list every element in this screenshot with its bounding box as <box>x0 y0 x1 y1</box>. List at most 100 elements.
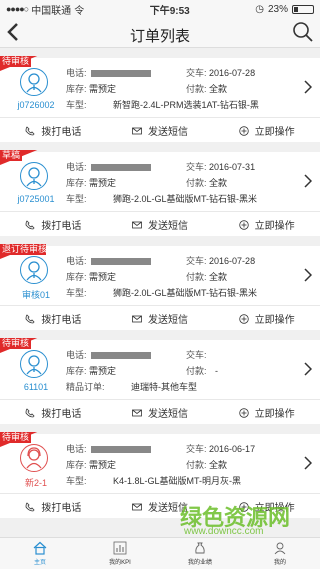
payment-field: 付款: - <box>186 364 218 377</box>
operate-button[interactable]: 立即操作 <box>213 307 320 330</box>
payment-value: 全款 <box>209 460 228 470</box>
order-actions: 拨打电话 发送短信 立即操作 <box>0 307 320 330</box>
delivery-date: 2016-07-28 <box>209 68 256 78</box>
search-icon <box>293 22 313 42</box>
model-label: 车型: <box>66 476 87 486</box>
order-details[interactable]: 待审核 61101 电话: 交车: 库存: 需预定 付款: - 精品订单: 迪瑞… <box>0 338 320 400</box>
carrier-name: 中国联通 <box>31 5 72 17</box>
delivery-date: 2016-07-31 <box>209 162 256 172</box>
phone-field: 电话: <box>66 66 151 79</box>
mail-icon <box>132 409 142 416</box>
mail-icon <box>132 221 142 228</box>
operate-label: 立即操作 <box>254 315 295 326</box>
page-title: 订单列表 <box>129 28 190 45</box>
order-details[interactable]: 待审核 j0726002 电话: 交车: 2016-07-28 库存: 需预定 … <box>0 56 320 118</box>
stock-label: 库存: <box>66 460 87 470</box>
operate-button[interactable]: 立即操作 <box>213 213 320 236</box>
chevron-right-icon <box>304 80 313 97</box>
stock-field: 库存: 需预定 <box>66 270 116 283</box>
operate-button[interactable]: 立即操作 <box>213 401 320 424</box>
boutique-value: 迪瑞特-其他车型 <box>131 382 198 392</box>
status-time: 下午9:53 <box>149 5 190 17</box>
plus-circle-icon <box>238 125 249 136</box>
model-field: 车型: 新智跑-2.4L-PRM选装1AT-钻石银-黑 <box>66 98 259 111</box>
call-button[interactable]: 拨打电话 <box>0 495 107 518</box>
payment-value: 全款 <box>209 84 228 94</box>
stock-label: 库存: <box>66 272 87 282</box>
user-id: j0726002 <box>17 100 55 110</box>
delivery-label: 交车: <box>186 162 207 172</box>
stock-label: 库存: <box>66 178 87 188</box>
stock-value: 需预定 <box>89 84 117 94</box>
model-label: 车型: <box>66 194 87 204</box>
tab-home-label: 主页 <box>33 560 46 566</box>
call-label: 拨打电话 <box>41 409 82 420</box>
sms-label: 发送短信 <box>148 127 188 138</box>
plus-circle-icon <box>238 407 249 418</box>
delivery-field: 交车: <box>186 348 207 361</box>
tab-kpi-label: 我的KPI <box>109 560 131 566</box>
order-details[interactable]: 退订待审核 审核01 电话: 交车: 2016-07-28 库存: 需预定 付款… <box>0 244 320 306</box>
status-badge: 退订待审核 <box>0 244 46 255</box>
operate-label: 立即操作 <box>254 409 295 420</box>
model-value: K4-1.8L-GL基础版MT-明月灰-黑 <box>113 476 242 486</box>
call-button[interactable]: 拨打电话 <box>0 307 107 330</box>
payment-field: 付款: 全款 <box>186 82 227 95</box>
call-label: 拨打电话 <box>41 127 82 138</box>
order-list: 待审核 j0726002 电话: 交车: 2016-07-28 库存: 需预定 … <box>0 56 320 528</box>
mail-icon <box>132 503 142 510</box>
tab-kpi[interactable]: 我的KPI <box>80 538 160 569</box>
model-field: 车型: 狮跑-2.0L-GL基础版MT-钻石银-黑米 <box>66 286 257 299</box>
phone-field: 电话: <box>66 254 151 267</box>
tab-performance-label: 我的业绩 <box>187 560 212 566</box>
sms-button[interactable]: 发送短信 <box>107 401 214 424</box>
call-label: 拨打电话 <box>41 315 82 326</box>
chevron-right-icon <box>304 174 313 191</box>
order-details[interactable]: 草稿 j0725001 电话: 交车: 2016-07-31 库存: 需预定 付… <box>0 150 320 212</box>
delivery-label: 交车: <box>186 68 207 78</box>
money-bag-icon <box>195 542 205 554</box>
payment-value: - <box>215 366 219 376</box>
model-field: 车型: K4-1.8L-GL基础版MT-明月灰-黑 <box>66 474 241 487</box>
chevron-right-icon <box>304 362 313 379</box>
watermark-url: www.downcc.com <box>184 526 264 537</box>
tab-me[interactable]: 我的 <box>240 538 320 569</box>
phone-redacted <box>90 70 151 78</box>
order-card: 草稿 j0725001 电话: 交车: 2016-07-31 库存: 需预定 付… <box>0 150 320 236</box>
operate-button[interactable]: 立即操作 <box>213 119 320 142</box>
order-details[interactable]: 待审核 新2-1 电话: 交车: 2016-06-17 库存: 需预定 付款: … <box>0 432 320 494</box>
tab-home[interactable]: 主页 <box>0 538 80 569</box>
delivery-label: 交车: <box>186 350 207 360</box>
sms-label: 发送短信 <box>148 221 188 232</box>
call-button[interactable]: 拨打电话 <box>0 119 107 142</box>
sms-button[interactable]: 发送短信 <box>107 213 214 236</box>
sales-person-icon <box>26 355 42 375</box>
tab-performance[interactable]: 我的业绩 <box>160 538 240 569</box>
wifi-icon: 令 <box>74 5 85 17</box>
tab-bar: 主页 我的KPI 我的业绩 我的 <box>0 537 320 569</box>
status-badge: 待审核 <box>0 338 32 349</box>
call-button[interactable]: 拨打电话 <box>0 213 107 236</box>
phone-icon <box>25 501 35 511</box>
call-label: 拨打电话 <box>41 503 82 514</box>
plus-circle-icon <box>238 313 249 324</box>
sms-button[interactable]: 发送短信 <box>107 119 214 142</box>
avatar <box>20 68 48 96</box>
battery-icon <box>291 4 314 14</box>
phone-label: 电话: <box>66 350 87 360</box>
stock-field: 库存: 需预定 <box>66 176 116 189</box>
avatar <box>20 256 48 284</box>
delivery-field: 交车: 2016-07-31 <box>186 160 255 173</box>
sms-button[interactable]: 发送短信 <box>107 307 214 330</box>
user-id: 61101 <box>23 382 49 392</box>
call-button[interactable]: 拨打电话 <box>0 401 107 424</box>
stock-field: 库存: 需预定 <box>66 364 116 377</box>
model-value: 新智跑-2.4L-PRM选装1AT-钻石银-黑 <box>113 100 259 110</box>
delivery-label: 交车: <box>186 444 207 454</box>
search-button[interactable] <box>292 21 314 43</box>
boutique-label: 精品订单: <box>66 382 105 392</box>
phone-icon <box>25 219 35 229</box>
phone-label: 电话: <box>66 68 87 78</box>
female-user-icon <box>26 447 42 469</box>
chevron-right-icon <box>304 456 313 473</box>
